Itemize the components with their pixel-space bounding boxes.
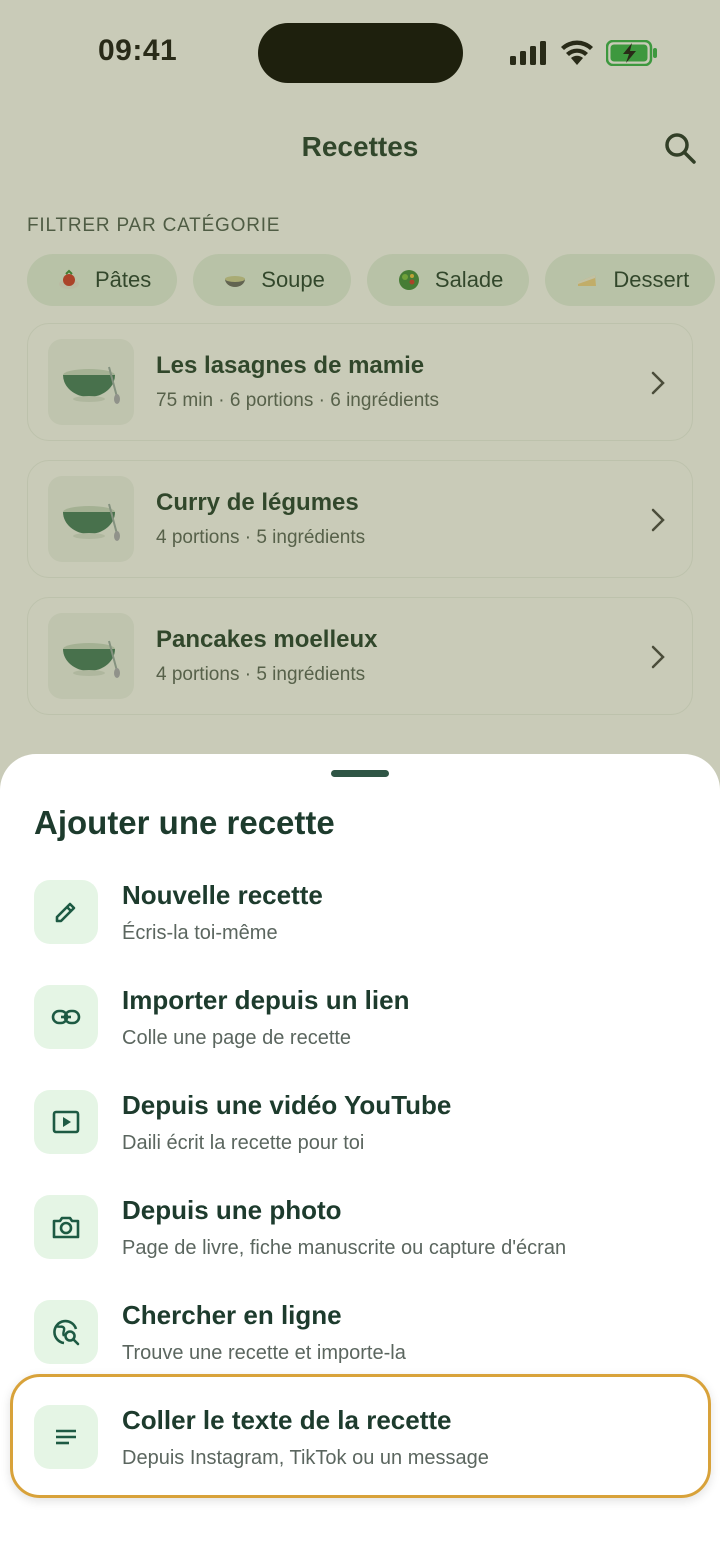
sheet-grabber[interactable]: [331, 770, 389, 777]
option-new-recipe[interactable]: Nouvelle recette Écris-la toi-même: [34, 880, 694, 960]
option-icon-box: [34, 1195, 98, 1259]
add-recipe-sheet: Ajouter une recette Nouvelle recette Écr…: [0, 754, 720, 1564]
sheet-title: Ajouter une recette: [34, 804, 335, 841]
globe-search-icon: [53, 1319, 80, 1346]
video-play-icon: [52, 1110, 80, 1134]
option-title: Depuis une photo: [122, 1195, 342, 1225]
option-subtitle: Daili écrit la recette pour toi: [122, 1132, 365, 1154]
option-title: Nouvelle recette: [122, 880, 323, 910]
pencil-icon: [55, 902, 76, 923]
option-title: Chercher en ligne: [122, 1300, 342, 1330]
option-title: Depuis une vidéo YouTube: [122, 1090, 452, 1120]
option-youtube[interactable]: Depuis une vidéo YouTube Daili écrit la …: [34, 1090, 694, 1170]
option-subtitle: Page de livre, fiche manuscrite ou captu…: [122, 1237, 567, 1259]
option-subtitle: Écris-la toi-même: [122, 922, 278, 944]
option-subtitle: Trouve une recette et importe-la: [122, 1342, 406, 1364]
link-icon: [51, 1009, 81, 1025]
option-title: Importer depuis un lien: [122, 985, 410, 1015]
option-photo[interactable]: Depuis une photo Page de livre, fiche ma…: [34, 1195, 694, 1275]
option-icon-box: [34, 985, 98, 1049]
option-icon-box: [34, 1300, 98, 1364]
option-icon-box: [34, 1090, 98, 1154]
option-search-online[interactable]: Chercher en ligne Trouve une recette et …: [34, 1300, 694, 1380]
option-icon-box: [34, 880, 98, 944]
camera-icon: [52, 1216, 80, 1239]
option-subtitle: Colle une page de recette: [122, 1027, 352, 1049]
highlight-outline: [10, 1374, 711, 1498]
option-import-link[interactable]: Importer depuis un lien Colle une page d…: [34, 985, 694, 1065]
